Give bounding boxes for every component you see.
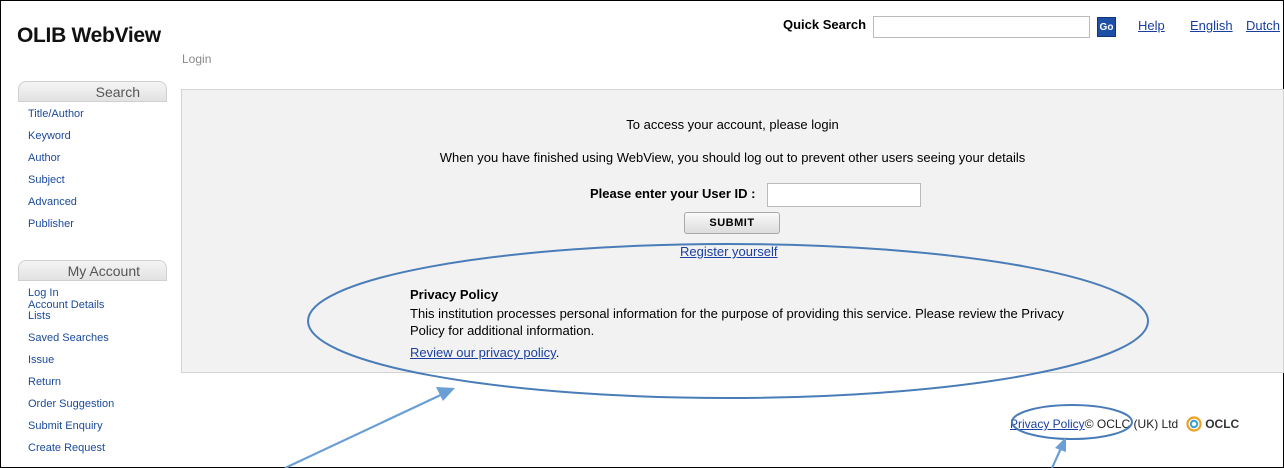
sidebar-item-author[interactable]: Author xyxy=(18,147,84,169)
review-privacy-policy-link[interactable]: Review our privacy policy xyxy=(410,345,556,360)
logout-reminder-text: When you have finished using WebView, yo… xyxy=(439,150,1026,165)
userid-label: Please enter your User ID : xyxy=(590,186,756,201)
oclc-logo: OCLC xyxy=(1185,416,1239,432)
sidebar-item-saved-searches[interactable]: Saved Searches xyxy=(18,327,114,349)
privacy-policy-heading: Privacy Policy xyxy=(410,287,499,302)
privacy-link-period: . xyxy=(555,345,560,360)
go-button[interactable]: Go xyxy=(1097,17,1116,37)
sidebar-item-publisher[interactable]: Publisher xyxy=(18,213,84,235)
sidebar-item-return[interactable]: Return xyxy=(18,371,114,393)
footer: Privacy Policy © OCLC (UK) Ltd OCLC xyxy=(1010,416,1239,432)
search-section-header: Search xyxy=(18,81,167,102)
submit-button[interactable]: SUBMIT xyxy=(684,212,780,234)
search-menu: Title/Author Keyword Author Subject Adva… xyxy=(18,103,84,235)
my-account-section-header: My Account xyxy=(18,260,167,281)
breadcrumb: Login xyxy=(182,52,212,66)
sidebar-item-order-suggestion[interactable]: Order Suggestion xyxy=(18,393,114,415)
app-logo: OLIB WebView xyxy=(17,24,161,47)
sidebar-item-create-request[interactable]: Create Request xyxy=(18,437,114,459)
userid-input[interactable] xyxy=(767,183,921,207)
privacy-link-line: Review our privacy policy. xyxy=(410,345,559,360)
quick-search-input[interactable] xyxy=(873,16,1090,38)
sidebar-item-log-in[interactable]: Log In xyxy=(28,287,114,299)
oclc-logo-icon xyxy=(1186,416,1202,432)
sidebar-item-keyword[interactable]: Keyword xyxy=(18,125,84,147)
register-yourself-link[interactable]: Register yourself xyxy=(680,244,778,259)
english-language-link[interactable]: English xyxy=(1190,18,1233,33)
footer-privacy-policy-link[interactable]: Privacy Policy xyxy=(1010,417,1085,431)
sidebar-item-submit-enquiry[interactable]: Submit Enquiry xyxy=(18,415,114,437)
sidebar-item-login[interactable]: Log In Account Details xyxy=(18,281,114,311)
sidebar-item-subject[interactable]: Subject xyxy=(18,169,84,191)
quick-search-label: Quick Search xyxy=(783,17,867,32)
privacy-policy-text: This institution processes personal info… xyxy=(410,306,1064,338)
footer-copyright: © OCLC (UK) Ltd xyxy=(1084,417,1179,431)
help-link[interactable]: Help xyxy=(1138,18,1165,33)
sidebar-item-advanced[interactable]: Advanced xyxy=(18,191,84,213)
dutch-language-link[interactable]: Dutch xyxy=(1246,18,1280,33)
sidebar-item-title-author[interactable]: Title/Author xyxy=(18,103,84,125)
sidebar-item-issue[interactable]: Issue xyxy=(18,349,114,371)
login-prompt-text: To access your account, please login xyxy=(626,117,839,132)
oclc-logo-text: OCLC xyxy=(1205,417,1240,431)
account-menu: Log In Account Details Lists Saved Searc… xyxy=(18,281,114,459)
